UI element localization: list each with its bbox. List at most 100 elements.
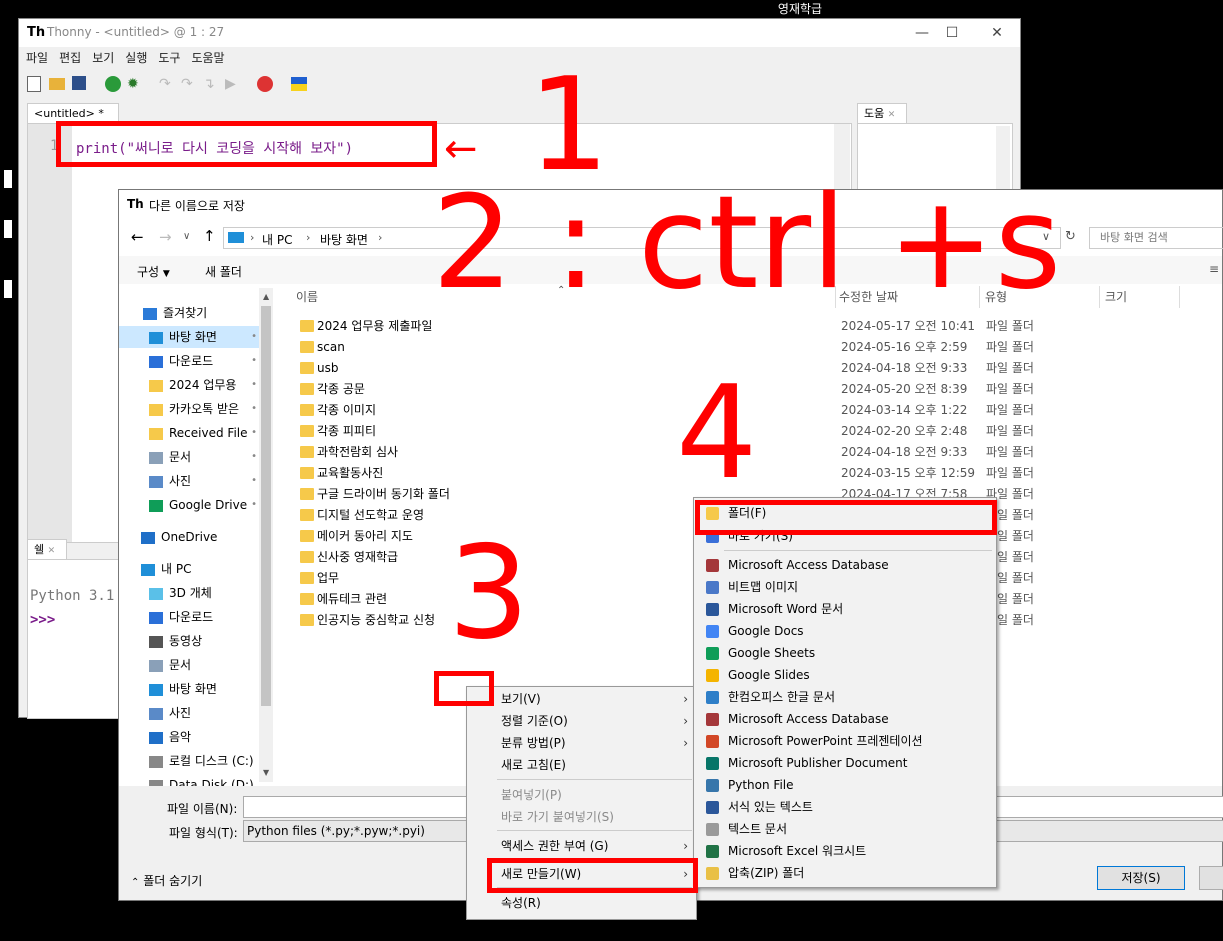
search-input[interactable]: 바탕 화면 검색 — [1089, 227, 1223, 249]
up-arrow-icon[interactable]: ↑ — [203, 227, 216, 245]
nav-item[interactable]: 문서 — [119, 654, 259, 676]
tab-shell[interactable]: 쉘 ✕ — [27, 539, 67, 559]
nav-item[interactable]: 문서 • — [119, 446, 259, 468]
menu-item-grant-access[interactable]: 액세스 권한 부여 (G) › — [467, 835, 696, 857]
close-button[interactable]: ✕ — [982, 23, 1012, 43]
submenu-item[interactable]: Microsoft Word 문서 — [694, 598, 996, 620]
nav-item[interactable]: 음악 — [119, 726, 259, 748]
menu-item-paste-shortcut[interactable]: 바로 가기 붙여넣기(S) — [467, 806, 696, 828]
organize-button[interactable]: 구성 ▼ — [137, 263, 170, 280]
pin-icon[interactable]: • — [251, 350, 257, 372]
pin-icon[interactable]: • — [251, 494, 257, 516]
recent-chevron-icon[interactable]: ∨ — [183, 231, 190, 242]
view-options-icon[interactable]: ≡ — [1209, 262, 1219, 276]
pin-icon[interactable]: • — [251, 422, 257, 444]
submenu-item[interactable]: 비트맵 이미지 — [694, 576, 996, 598]
minimize-button[interactable]: — — [907, 23, 937, 43]
nav-scrollbar[interactable]: ▲ ▼ — [259, 288, 273, 782]
save-button[interactable]: 저장(S) — [1097, 866, 1185, 890]
new-file-icon[interactable] — [27, 76, 41, 92]
file-row[interactable]: scan 2024-05-16 오후 2:59 파일 폴더 — [296, 337, 1216, 358]
pin-icon[interactable]: • — [251, 374, 257, 396]
column-divider[interactable] — [1179, 286, 1180, 308]
desktop-folder-label[interactable]: 영재학급 — [760, 0, 840, 18]
nav-item[interactable]: 카카오톡 받은 • — [119, 398, 259, 420]
nav-item[interactable]: 사진 • — [119, 470, 259, 492]
column-divider[interactable] — [1099, 286, 1100, 308]
nav-item[interactable]: 동영상 — [119, 630, 259, 652]
nav-item[interactable]: 다운로드 • — [119, 350, 259, 372]
back-arrow-icon[interactable]: ← — [131, 228, 144, 246]
menu-item-sort[interactable]: 정렬 기준(O) › — [467, 710, 696, 732]
nav-item[interactable]: 바탕 화면 • — [119, 326, 259, 348]
submenu-item[interactable]: Google Slides — [694, 664, 996, 686]
cancel-button[interactable] — [1199, 866, 1223, 890]
tab-untitled[interactable]: <untitled> * ✕ — [27, 103, 119, 140]
nav-item[interactable]: Received File • — [119, 422, 259, 444]
submenu-item[interactable]: Microsoft Excel 워크시트 — [694, 840, 996, 862]
pin-icon[interactable]: • — [251, 470, 257, 492]
menu-run[interactable]: 실행 — [125, 47, 147, 69]
scroll-down-icon[interactable]: ▼ — [263, 768, 269, 777]
submenu-item[interactable]: Microsoft Access Database — [694, 554, 996, 576]
submenu-item[interactable]: Python File — [694, 774, 996, 796]
tab-help[interactable]: 도움 ✕ — [857, 103, 907, 123]
breadcrumb-desktop[interactable]: 바탕 화면 — [320, 231, 368, 248]
nav-item[interactable]: 바탕 화면 — [119, 678, 259, 700]
nav-item[interactable]: 로컬 디스크 (C:) — [119, 750, 259, 772]
nav-item[interactable]: Google Drive • — [119, 494, 259, 516]
menu-edit[interactable]: 편집 — [59, 47, 81, 69]
nav-item[interactable]: 사진 — [119, 702, 259, 724]
debug-icon[interactable]: ✹ — [127, 76, 143, 92]
menu-item-properties[interactable]: 속성(R) — [467, 892, 696, 914]
nav-item[interactable]: 즐겨찾기 — [119, 302, 259, 324]
nav-item[interactable]: 2024 업무용 • — [119, 374, 259, 396]
menu-item-paste[interactable]: 붙여넣기(P) — [467, 784, 696, 806]
submenu-item[interactable]: 한컴오피스 한글 문서 — [694, 686, 996, 708]
step-over-icon[interactable]: ↷ — [159, 76, 175, 92]
save-icon[interactable] — [72, 76, 86, 90]
pin-icon[interactable]: • — [251, 446, 257, 468]
menu-help[interactable]: 도움말 — [191, 47, 224, 69]
submenu-item[interactable]: Microsoft Publisher Document — [694, 752, 996, 774]
nav-item[interactable]: 내 PC — [119, 558, 259, 580]
run-icon[interactable] — [105, 76, 121, 92]
submenu-item[interactable]: Microsoft PowerPoint 프레젠테이션 — [694, 730, 996, 752]
submenu-item[interactable]: Google Docs — [694, 620, 996, 642]
submenu-item[interactable]: Google Sheets — [694, 642, 996, 664]
resume-icon[interactable]: ▶ — [225, 76, 241, 92]
nav-item[interactable]: OneDrive — [119, 526, 259, 548]
nav-item[interactable]: 다운로드 — [119, 606, 259, 628]
menu-file[interactable]: 파일 — [26, 47, 48, 69]
menu-view[interactable]: 보기 — [92, 47, 114, 69]
pin-icon[interactable]: • — [251, 326, 257, 348]
close-tab-icon[interactable]: ✕ — [48, 546, 56, 556]
column-size[interactable]: 크기 — [1105, 286, 1127, 308]
maximize-button[interactable]: ☐ — [937, 23, 967, 43]
hide-folders-button[interactable]: ⌃ 폴더 숨기기 — [131, 872, 202, 889]
ukraine-flag-icon[interactable] — [291, 77, 307, 91]
step-out-icon[interactable]: ↴ — [203, 76, 219, 92]
new-folder-button[interactable]: 새 폴더 — [205, 263, 242, 280]
menu-tools[interactable]: 도구 — [158, 47, 180, 69]
submenu-item[interactable]: Microsoft Access Database — [694, 708, 996, 730]
menu-item-refresh[interactable]: 새로 고침(E) — [467, 754, 696, 776]
forward-arrow-icon[interactable]: → — [159, 228, 172, 246]
breadcrumb-pc[interactable]: 내 PC — [262, 231, 292, 248]
refresh-icon[interactable]: ↻ — [1065, 229, 1076, 244]
step-into-icon[interactable]: ↷ — [181, 76, 197, 92]
pin-icon[interactable]: • — [251, 398, 257, 420]
stop-icon[interactable] — [257, 76, 273, 92]
close-tab-icon[interactable]: ✕ — [888, 110, 896, 120]
open-file-icon[interactable] — [49, 78, 65, 90]
submenu-item[interactable]: 텍스트 문서 — [694, 818, 996, 840]
scroll-thumb[interactable] — [261, 306, 271, 706]
nav-item[interactable]: 3D 개체 — [119, 582, 259, 604]
menu-item-view[interactable]: 보기(V) › — [467, 688, 696, 710]
file-row[interactable]: 2024 업무용 제출파일 2024-05-17 오전 10:41 파일 폴더 — [296, 316, 1216, 337]
submenu-item[interactable]: 서식 있는 텍스트 — [694, 796, 996, 818]
scroll-up-icon[interactable]: ▲ — [263, 292, 269, 301]
submenu-item[interactable]: 압축(ZIP) 폴더 — [694, 862, 996, 884]
column-name[interactable]: 이름 — [296, 286, 318, 308]
menu-item-group[interactable]: 분류 방법(P) › — [467, 732, 696, 754]
